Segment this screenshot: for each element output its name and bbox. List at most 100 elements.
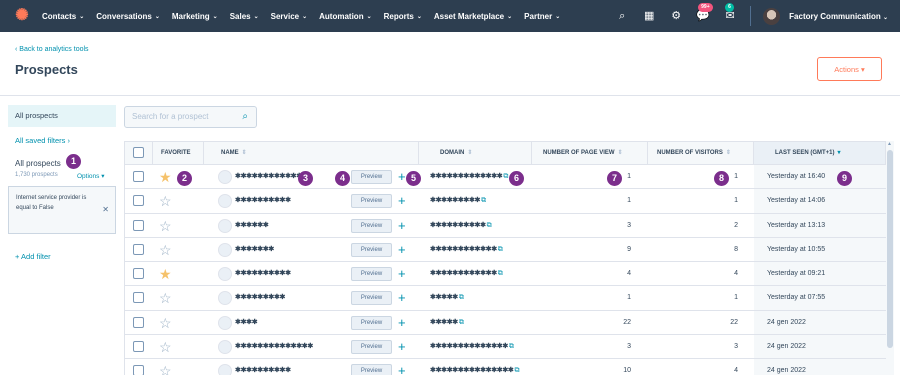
- search-input[interactable]: Search for a prospect ⌕: [124, 106, 257, 128]
- table-row[interactable]: ★ ✱✱✱✱✱✱✱✱✱✱ Preview + ✱✱✱✱✱✱✱✱✱✱✱✱⧉ 4 4 Yester…: [124, 262, 886, 287]
- row-checkbox[interactable]: [133, 341, 144, 353]
- prospect-domain[interactable]: ✱✱✱✱✱✱✱✱✱✱✱✱⧉: [430, 262, 503, 286]
- add-icon[interactable]: +: [398, 214, 406, 238]
- table-row[interactable]: ★ ✱✱✱✱✱✱✱✱✱✱✱✱✱ Preview + ✱✱✱✱✱✱✱✱✱✱✱✱✱⧉ 1 1 Ye…: [124, 165, 886, 190]
- external-link-icon[interactable]: ⧉: [459, 294, 464, 301]
- table-row[interactable]: ☆ ✱✱✱✱✱✱✱✱✱✱ Preview + ✱✱✱✱✱✱✱✱✱⧉ 1 1 Yesterday…: [124, 189, 886, 214]
- row-checkbox[interactable]: [133, 365, 144, 375]
- prospect-name[interactable]: ✱✱✱✱✱✱✱✱✱✱: [235, 189, 291, 213]
- star-outline-icon[interactable]: ☆: [159, 214, 172, 238]
- prospect-name[interactable]: ✱✱✱✱✱✱✱✱✱✱: [235, 359, 291, 375]
- column-favorite[interactable]: FAVORITE: [161, 142, 191, 164]
- column-domain[interactable]: DOMAIN ⇕: [440, 142, 472, 164]
- account-menu[interactable]: Factory Communication ⌄: [789, 12, 888, 21]
- notifications-icon[interactable]: 💬 99+: [696, 3, 713, 23]
- star-filled-icon[interactable]: ★: [159, 262, 172, 286]
- prospect-name[interactable]: ✱✱✱✱✱✱✱✱✱✱: [235, 262, 291, 286]
- scroll-up-icon[interactable]: ▲: [887, 141, 892, 147]
- chat-icon[interactable]: ✉ 6: [723, 3, 737, 23]
- column-visitors[interactable]: NUMBER OF VISITORS ⇕: [657, 142, 731, 164]
- nav-sales[interactable]: Sales ⌄: [230, 12, 259, 21]
- column-last-seen[interactable]: LAST SEEN (GMT+1) ▾: [754, 142, 885, 164]
- preview-button[interactable]: Preview: [351, 218, 392, 233]
- avatar[interactable]: [763, 7, 781, 25]
- prospect-name[interactable]: ✱✱✱✱✱✱: [235, 214, 269, 238]
- table-row[interactable]: ☆ ✱✱✱✱✱✱ Preview + ✱✱✱✱✱✱✱✱✱✱⧉ 3 2 Yesterday at…: [124, 213, 886, 238]
- star-outline-icon[interactable]: ☆: [159, 311, 172, 335]
- marketplace-icon[interactable]: ▦: [642, 9, 656, 23]
- close-icon[interactable]: ✕: [102, 205, 109, 215]
- row-checkbox[interactable]: [133, 292, 144, 304]
- add-icon[interactable]: +: [398, 335, 406, 359]
- column-page-views[interactable]: NUMBER OF PAGE VIEW ⇕: [543, 142, 623, 164]
- external-link-icon[interactable]: ⧉: [487, 222, 492, 229]
- hubspot-logo-icon[interactable]: ✺: [12, 6, 32, 26]
- external-link-icon[interactable]: ⧉: [498, 246, 503, 253]
- external-link-icon[interactable]: ⧉: [498, 270, 503, 277]
- row-checkbox[interactable]: [133, 268, 144, 280]
- active-filter[interactable]: Internet service provider is equal to Fa…: [8, 186, 116, 234]
- star-outline-icon[interactable]: ☆: [159, 359, 172, 375]
- column-name[interactable]: NAME ⇕: [221, 142, 247, 164]
- nav-automation[interactable]: Automation ⌄: [319, 12, 371, 21]
- prospect-domain[interactable]: ✱✱✱✱✱✱✱✱✱✱✱✱✱✱⧉: [430, 335, 514, 359]
- nav-conversations[interactable]: Conversations ⌄: [96, 12, 160, 21]
- preview-button[interactable]: Preview: [351, 340, 392, 355]
- external-link-icon[interactable]: ⧉: [514, 367, 519, 374]
- nav-partner[interactable]: Partner ⌄: [524, 12, 560, 21]
- add-filter-button[interactable]: + Add filter: [15, 252, 51, 261]
- table-row[interactable]: ☆ ✱✱✱✱ Preview + ✱✱✱✱✱⧉ 22 22 24 gen 2022: [124, 310, 886, 336]
- preview-button[interactable]: Preview: [351, 267, 392, 282]
- select-all-checkbox[interactable]: [133, 147, 144, 158]
- nav-contacts[interactable]: Contacts ⌄: [42, 12, 84, 21]
- row-checkbox[interactable]: [133, 243, 144, 255]
- star-outline-icon[interactable]: ☆: [159, 238, 172, 262]
- sidebar-item-all-prospects[interactable]: All prospects: [8, 105, 116, 127]
- add-icon[interactable]: +: [398, 359, 406, 375]
- prospect-name[interactable]: ✱✱✱✱✱✱✱✱✱✱✱✱✱: [235, 165, 308, 189]
- add-icon[interactable]: +: [398, 311, 406, 335]
- table-row[interactable]: ☆ ✱✱✱✱✱✱✱✱✱ Preview + ✱✱✱✱✱⧉ 1 1 Yesterday at 0…: [124, 286, 886, 311]
- preview-button[interactable]: Preview: [351, 315, 392, 330]
- search-icon[interactable]: ⌕: [242, 111, 248, 123]
- options-dropdown[interactable]: Options ▾: [77, 172, 104, 180]
- add-icon[interactable]: +: [398, 286, 406, 310]
- preview-button[interactable]: Preview: [351, 364, 392, 375]
- scrollbar-thumb[interactable]: [887, 150, 893, 348]
- prospect-name[interactable]: ✱✱✱✱: [235, 311, 258, 335]
- table-row[interactable]: ☆ ✱✱✱✱✱✱✱ Preview + ✱✱✱✱✱✱✱✱✱✱✱✱⧉ 9 8 Yesterday…: [124, 237, 886, 263]
- nav-marketing[interactable]: Marketing ⌄: [172, 12, 218, 21]
- external-link-icon[interactable]: ⧉: [459, 319, 464, 326]
- actions-button[interactable]: Actions ▾: [817, 57, 882, 81]
- prospect-domain[interactable]: ✱✱✱✱✱✱✱✱✱✱✱✱✱✱✱⧉: [430, 359, 519, 375]
- prospect-domain[interactable]: ✱✱✱✱✱⧉: [430, 286, 464, 310]
- table-row[interactable]: ☆ ✱✱✱✱✱✱✱✱✱✱✱✱✱✱ Preview + ✱✱✱✱✱✱✱✱✱✱✱✱✱✱⧉ 3 3…: [124, 335, 886, 360]
- prospect-name[interactable]: ✱✱✱✱✱✱✱: [235, 238, 274, 262]
- gear-icon[interactable]: ⚙: [669, 9, 683, 23]
- nav-reports[interactable]: Reports ⌄: [384, 12, 422, 21]
- row-checkbox[interactable]: [133, 195, 144, 207]
- preview-button[interactable]: Preview: [351, 194, 392, 209]
- add-icon[interactable]: +: [398, 238, 406, 262]
- prospect-domain[interactable]: ✱✱✱✱✱✱✱✱✱✱✱✱✱⧉: [430, 165, 508, 189]
- nav-service[interactable]: Service ⌄: [271, 12, 308, 21]
- prospect-name[interactable]: ✱✱✱✱✱✱✱✱✱: [235, 286, 285, 310]
- row-checkbox[interactable]: [133, 316, 144, 328]
- star-filled-icon[interactable]: ★: [159, 165, 172, 189]
- search-icon[interactable]: ⌕: [615, 9, 629, 23]
- prospect-domain[interactable]: ✱✱✱✱✱✱✱✱✱⧉: [430, 189, 486, 213]
- preview-button[interactable]: Preview: [351, 170, 392, 184]
- nav-asset-marketplace[interactable]: Asset Marketplace ⌄: [434, 12, 512, 21]
- star-outline-icon[interactable]: ☆: [159, 189, 172, 213]
- star-outline-icon[interactable]: ☆: [159, 286, 172, 310]
- preview-button[interactable]: Preview: [351, 242, 392, 257]
- prospect-domain[interactable]: ✱✱✱✱✱✱✱✱✱✱✱✱⧉: [430, 238, 503, 262]
- prospect-name[interactable]: ✱✱✱✱✱✱✱✱✱✱✱✱✱✱: [235, 335, 313, 359]
- scrollbar[interactable]: ▲: [886, 141, 894, 375]
- row-checkbox[interactable]: [133, 219, 144, 231]
- star-outline-icon[interactable]: ☆: [159, 335, 172, 359]
- external-link-icon[interactable]: ⧉: [509, 343, 514, 350]
- all-saved-filters-link[interactable]: All saved filters ›: [15, 136, 70, 145]
- add-icon[interactable]: +: [398, 189, 406, 213]
- external-link-icon[interactable]: ⧉: [481, 197, 486, 204]
